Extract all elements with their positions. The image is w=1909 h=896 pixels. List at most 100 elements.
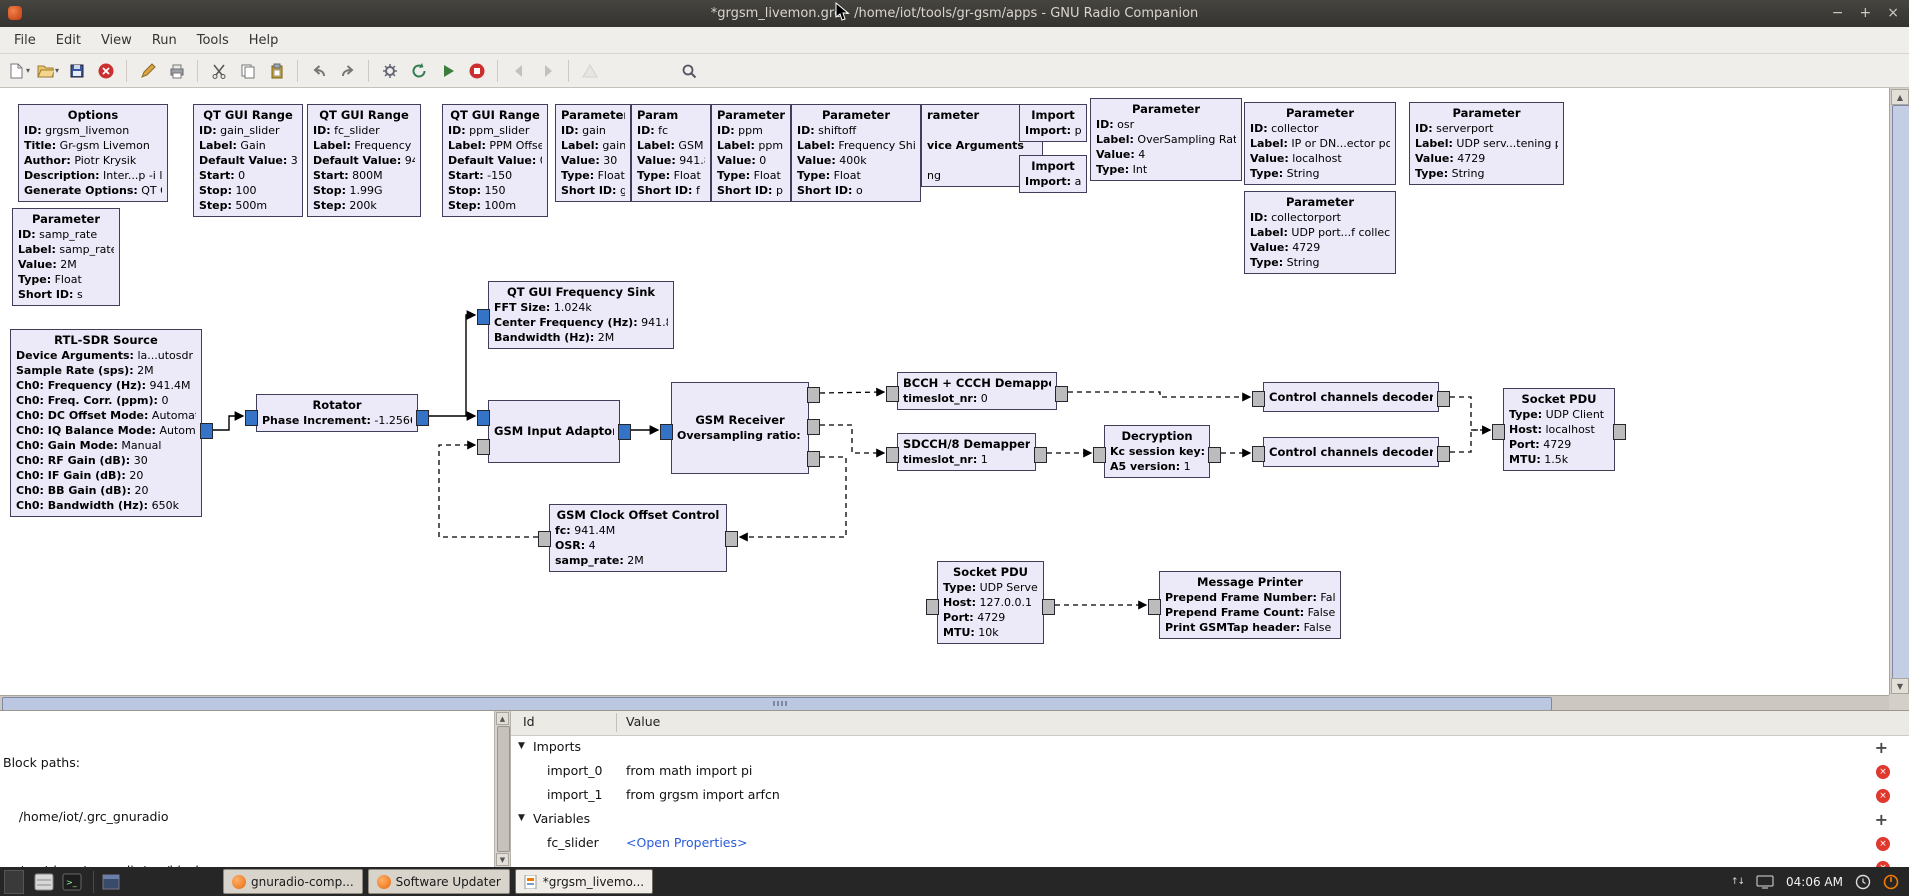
scroll-up-button[interactable]: ▲ (1891, 89, 1909, 105)
block-gsm-input-adaptor[interactable]: GSM Input Adaptor (488, 400, 620, 463)
message-output-port[interactable] (1208, 447, 1221, 463)
variables-group-variables[interactable]: ▼ Variables + (511, 808, 1909, 832)
block-parameter-osr[interactable]: Parameter ID: osr Label: OverSampling Ra… (1090, 98, 1242, 181)
block-socket-pdu-client[interactable]: Socket PDU Type: UDP Client Host: localh… (1503, 388, 1615, 471)
block-parameter-collector[interactable]: Parameter ID: collector Label: IP or DN.… (1244, 102, 1396, 185)
display-icon[interactable] (1756, 875, 1774, 889)
vertical-scrollbar-thumb[interactable] (1892, 105, 1909, 680)
power-icon[interactable] (1883, 874, 1899, 890)
window-list-applet[interactable] (99, 870, 123, 894)
input-port[interactable] (477, 410, 490, 426)
add-variable-button[interactable]: + (1875, 810, 1888, 829)
block-parameter-fc[interactable]: Param ID: fc Label: GSM cha Value: 941.8… (631, 104, 711, 202)
variables-group-imports[interactable]: ▼ Imports + (511, 736, 1909, 760)
input-port[interactable] (245, 410, 258, 426)
message-output-port[interactable] (807, 387, 820, 403)
input-port[interactable] (660, 424, 673, 440)
message-output-port[interactable] (1055, 386, 1068, 402)
menu-file[interactable]: File (4, 29, 46, 52)
block-gsm-receiver[interactable]: GSM Receiver Oversampling ratio: 4 (671, 382, 809, 474)
flowgraph-canvas[interactable]: Options ID: grgsm_livemon Title: Gr-gsm … (0, 88, 1889, 695)
message-output-port[interactable] (1613, 424, 1626, 440)
block-parameter-gain[interactable]: Parameter ID: gain Label: gain Value: 30… (555, 104, 631, 202)
menu-tools[interactable]: Tools (187, 29, 239, 52)
console-scrollbar-thumb[interactable] (497, 726, 510, 852)
undo-button[interactable] (305, 58, 332, 84)
message-connection-receiver-bcch[interactable] (820, 392, 884, 393)
cut-button[interactable] (205, 58, 232, 84)
save-button[interactable] (63, 58, 90, 84)
horizontal-scrollbar[interactable] (0, 695, 1889, 710)
new-button[interactable]: ▾ (5, 58, 32, 84)
execute-button[interactable] (434, 58, 461, 84)
open-button[interactable]: ▾ (34, 58, 61, 84)
message-input-port[interactable] (886, 386, 899, 402)
menu-run[interactable]: Run (142, 29, 187, 52)
scroll-down-button[interactable]: ▼ (496, 853, 509, 866)
redo-button[interactable] (334, 58, 361, 84)
block-qt-gui-frequency-sink[interactable]: QT GUI Frequency Sink FFT Size: 1.024k C… (488, 281, 674, 349)
message-output-port[interactable] (1437, 391, 1450, 407)
message-input-port[interactable] (477, 439, 490, 455)
show-desktop-button[interactable] (4, 870, 24, 894)
print-button[interactable] (163, 58, 190, 84)
generate-button[interactable] (376, 58, 403, 84)
block-parameter-ppm[interactable]: Parameter ID: ppm Label: ppm Value: 0 Ty… (711, 104, 791, 202)
menu-view[interactable]: View (91, 29, 142, 52)
task-button-software-updater[interactable]: Software Updater (368, 869, 510, 894)
message-input-port[interactable] (1252, 391, 1265, 407)
block-control-channels-decoder-2[interactable]: Control channels decoder (1263, 437, 1439, 467)
scroll-down-button[interactable]: ▼ (1891, 678, 1909, 694)
title-bar[interactable]: *grgsm_livemon.grc - /home/iot/tools/gr-… (0, 0, 1909, 27)
block-parameter-collectorport[interactable]: Parameter ID: collectorport Label: UDP p… (1244, 191, 1396, 274)
block-options[interactable]: Options ID: grgsm_livemon Title: Gr-gsm … (18, 104, 168, 202)
variables-row-fc-slider[interactable]: fc_slider <Open Properties> × (511, 832, 1909, 856)
block-bcch-ccch-demapper[interactable]: BCCH + CCCH Demapper timeslot_nr: 0 (897, 372, 1057, 410)
message-output-port[interactable] (807, 451, 820, 467)
clock-icon[interactable] (1855, 874, 1871, 890)
message-input-port[interactable] (1252, 446, 1265, 462)
remove-button[interactable]: × (1876, 837, 1890, 851)
message-input-port[interactable] (538, 531, 551, 547)
output-port[interactable] (416, 410, 429, 426)
kill-button[interactable] (463, 58, 490, 84)
message-input-port[interactable] (926, 599, 939, 615)
message-output-port[interactable] (1042, 599, 1055, 615)
errors-button[interactable] (576, 58, 603, 84)
block-decryption[interactable]: Decryption Kc session key: A5 version: 1 (1104, 425, 1210, 478)
block-qt-gui-range-gain[interactable]: QT GUI Range ID: gain_slider Label: Gain… (193, 104, 303, 217)
open-properties-link[interactable]: <Open Properties> (626, 835, 747, 850)
expander-icon[interactable]: ▼ (518, 813, 525, 823)
block-sdcch8-demapper[interactable]: SDCCH/8 Demapper timeslot_nr: 1 (897, 433, 1036, 471)
task-button-grgsm-livemon[interactable]: *grgsm_livemo... (515, 869, 653, 894)
message-input-port[interactable] (1148, 599, 1161, 615)
close-window-button[interactable]: × (1887, 0, 1899, 27)
task-button-gnuradio-companion[interactable]: gnuradio-comp... (223, 869, 363, 894)
message-input-port[interactable] (1492, 424, 1505, 440)
clock-text[interactable]: 04:06 AM (1786, 875, 1843, 889)
message-output-port[interactable] (807, 419, 820, 435)
minimize-button[interactable]: − (1832, 0, 1844, 27)
message-output-port[interactable] (1437, 446, 1450, 462)
back-button[interactable] (505, 58, 532, 84)
block-qt-gui-range-fc[interactable]: QT GUI Range ID: fc_slider Label: Freque… (307, 104, 421, 217)
message-output-port[interactable] (725, 531, 738, 547)
block-rotator[interactable]: Rotator Phase Increment: -1.25664 (256, 394, 418, 432)
output-port[interactable] (618, 424, 631, 440)
message-connection-decoder2-socketpdu[interactable] (1450, 430, 1490, 452)
menu-edit[interactable]: Edit (46, 29, 91, 52)
message-connection-receiver-sdcch[interactable] (820, 425, 884, 453)
block-parameter-serverport[interactable]: Parameter ID: serverport Label: UDP serv… (1409, 102, 1564, 185)
close-file-button[interactable] (92, 58, 119, 84)
console-panel[interactable]: Block paths: /home/iot/.grc_gnuradio /us… (0, 710, 494, 867)
block-parameter-shiftoff[interactable]: Parameter ID: shiftoff Label: Frequency … (791, 104, 921, 202)
variables-row-clipped[interactable]: × (511, 856, 1909, 867)
add-import-button[interactable]: + (1875, 738, 1888, 757)
message-output-port[interactable] (1034, 447, 1047, 463)
vertical-scrollbar[interactable]: ▲ ▼ (1889, 88, 1909, 695)
variables-panel[interactable]: Id Value ▼ Imports + import_0 from math … (510, 710, 1909, 867)
variables-row-import1[interactable]: import_1 from grgsm import arfcn × (511, 784, 1909, 808)
block-parameter-samp-rate[interactable]: Parameter ID: samp_rate Label: samp_rate… (12, 208, 120, 306)
block-import-pi[interactable]: Import Import: pi (1019, 104, 1087, 142)
copy-button[interactable] (234, 58, 261, 84)
